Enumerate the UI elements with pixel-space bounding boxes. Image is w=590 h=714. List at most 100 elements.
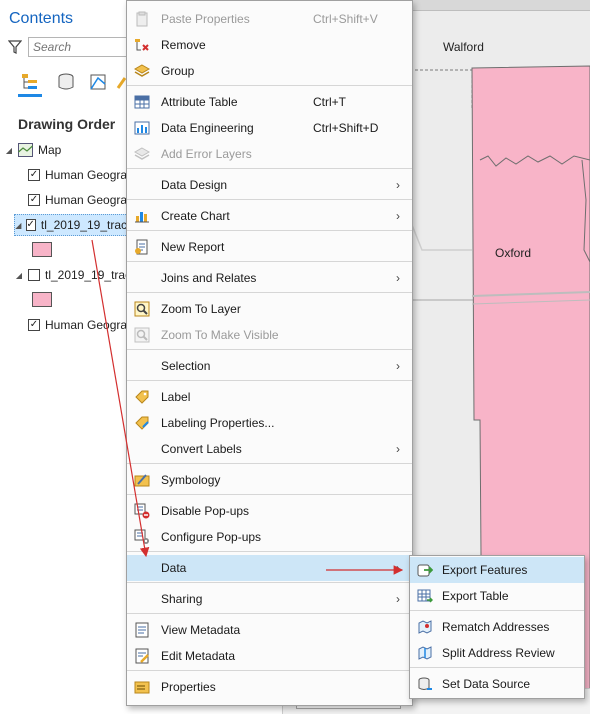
error-layers-icon (133, 145, 151, 163)
list-by-editing-tab[interactable] (86, 70, 110, 94)
menu-separator (127, 613, 412, 614)
tree-item-label: Human Geogra (45, 168, 128, 182)
menu-item-label: Remove (161, 38, 206, 52)
menu-item-label: Group (161, 64, 195, 78)
chevron-right-icon: › (396, 592, 400, 606)
menu-item-labeling-properties[interactable]: Labeling Properties... (127, 410, 412, 436)
menu-separator (127, 199, 412, 200)
menu-item-zoom-to-make-visible[interactable]: Zoom To Make Visible (127, 322, 412, 348)
chart-icon (133, 207, 151, 225)
menu-item-data[interactable]: Data › (127, 555, 412, 581)
tree-item-layer[interactable]: ◢ tl_2019_19_trac (14, 265, 131, 285)
menu-separator (127, 230, 412, 231)
menu-item-data-design[interactable]: Data Design › (127, 172, 412, 198)
pencil-icon (116, 77, 126, 89)
chevron-right-icon: › (396, 561, 400, 575)
filter-icon[interactable] (8, 40, 22, 54)
menu-item-selection[interactable]: Selection › (127, 353, 412, 379)
menu-item-zoom-to-layer[interactable]: Zoom To Layer (127, 296, 412, 322)
export-table-icon (416, 587, 434, 605)
menu-separator (127, 292, 412, 293)
menu-item-label: Create Chart (161, 209, 230, 223)
menu-item-label: Sharing (161, 592, 203, 606)
submenu-item-export-table[interactable]: Export Table (410, 583, 584, 609)
menu-item-configure-popups[interactable]: Configure Pop-ups (127, 524, 412, 550)
export-features-icon (416, 561, 434, 579)
search-input[interactable] (29, 38, 137, 56)
tree-item-map[interactable]: ◢ Map (4, 140, 61, 160)
visibility-checkbox[interactable]: ✓ (28, 319, 40, 331)
split-address-icon (416, 644, 434, 662)
symbology-icon (133, 471, 151, 489)
report-icon (133, 238, 151, 256)
shortcut-label: Ctrl+Shift+V (313, 12, 378, 26)
place-label-oxford: Oxford (495, 246, 532, 260)
menu-item-data-engineering[interactable]: Data Engineering Ctrl+Shift+D (127, 115, 412, 141)
menu-item-sharing[interactable]: Sharing › (127, 586, 412, 612)
visibility-checkbox[interactable]: ✓ (25, 219, 36, 231)
menu-item-attribute-table[interactable]: Attribute Table Ctrl+T (127, 89, 412, 115)
collapse-arrow-icon[interactable]: ◢ (4, 146, 14, 155)
tree-item-layer-selected[interactable]: ◢ ✓ tl_2019_19_trac (14, 214, 128, 236)
submenu-item-export-features[interactable]: Export Features (410, 557, 584, 583)
menu-item-remove[interactable]: Remove (127, 32, 412, 58)
menu-item-create-chart[interactable]: Create Chart › (127, 203, 412, 229)
symbol-swatch[interactable] (32, 242, 52, 257)
group-layers-icon (133, 62, 151, 80)
menu-item-new-report[interactable]: New Report (127, 234, 412, 260)
zoom-to-layer-icon (133, 300, 151, 318)
tree-item-label: tl_2019_19_trac (45, 268, 132, 282)
menu-item-label: Edit Metadata (161, 649, 236, 663)
menu-item-joins-and-relates[interactable]: Joins and Relates › (127, 265, 412, 291)
menu-separator (127, 261, 412, 262)
submenu-item-set-data-source[interactable]: Set Data Source (410, 671, 584, 697)
list-by-data-source-tab[interactable] (54, 70, 78, 94)
tree-item-label: Human Geogra (45, 318, 128, 332)
remove-layer-icon (133, 36, 151, 54)
menu-item-view-metadata[interactable]: View Metadata (127, 617, 412, 643)
menu-item-edit-metadata[interactable]: Edit Metadata (127, 643, 412, 669)
tree-item-layer[interactable]: ✓ Human Geogra (28, 190, 127, 210)
menu-item-label: New Report (161, 240, 225, 254)
submenu-item-split-address-review[interactable]: Split Address Review (410, 640, 584, 666)
submenu-item-rematch-addresses[interactable]: Rematch Addresses (410, 614, 584, 640)
visibility-checkbox[interactable]: ✓ (28, 194, 40, 206)
visibility-checkbox[interactable]: ✓ (28, 169, 40, 181)
shortcut-label: Ctrl+T (313, 95, 346, 109)
edit-metadata-icon (133, 647, 151, 665)
search-box[interactable] (28, 37, 138, 57)
label-icon (133, 388, 151, 406)
menu-item-paste-properties[interactable]: Paste Properties Ctrl+Shift+V (127, 6, 412, 32)
menu-item-label: Properties (161, 680, 216, 694)
menu-separator (127, 463, 412, 464)
chevron-right-icon: › (396, 209, 400, 223)
menu-separator (127, 582, 412, 583)
chevron-right-icon: › (396, 359, 400, 373)
collapse-arrow-icon[interactable]: ◢ (15, 221, 22, 230)
list-by-drawing-order-tab[interactable] (18, 70, 42, 97)
menu-item-label: Label (161, 390, 191, 404)
data-submenu: Export Features Export Table Rematch Add… (409, 555, 585, 699)
list-by-selection-tab[interactable] (116, 70, 126, 94)
tree-item-layer[interactable]: ✓ Human Geogra (28, 165, 127, 185)
table-icon (133, 93, 151, 111)
menu-item-group[interactable]: Group (127, 58, 412, 84)
menu-item-properties[interactable]: Properties (127, 674, 412, 700)
layer-context-menu: Paste Properties Ctrl+Shift+V Remove Gro… (126, 0, 413, 706)
menu-item-convert-labels[interactable]: Convert Labels › (127, 436, 412, 462)
tree-item-layer[interactable]: ✓ Human Geogra (28, 315, 127, 335)
chevron-right-icon: › (396, 271, 400, 285)
menu-item-label: Add Error Layers (161, 147, 252, 161)
menu-item-add-error-layers[interactable]: Add Error Layers (127, 141, 412, 167)
menu-item-disable-popups[interactable]: Disable Pop-ups (127, 498, 412, 524)
menu-item-label-toggle[interactable]: Label (127, 384, 412, 410)
menu-item-symbology[interactable]: Symbology (127, 467, 412, 493)
menu-item-label: Data Design (161, 178, 228, 192)
menu-separator (127, 380, 412, 381)
menu-item-label: Split Address Review (442, 646, 555, 660)
menu-item-label: Export Table (442, 589, 509, 603)
visibility-checkbox[interactable] (28, 269, 40, 281)
collapse-arrow-icon[interactable]: ◢ (14, 271, 24, 280)
symbol-swatch[interactable] (32, 292, 52, 307)
disable-popup-icon (133, 502, 151, 520)
